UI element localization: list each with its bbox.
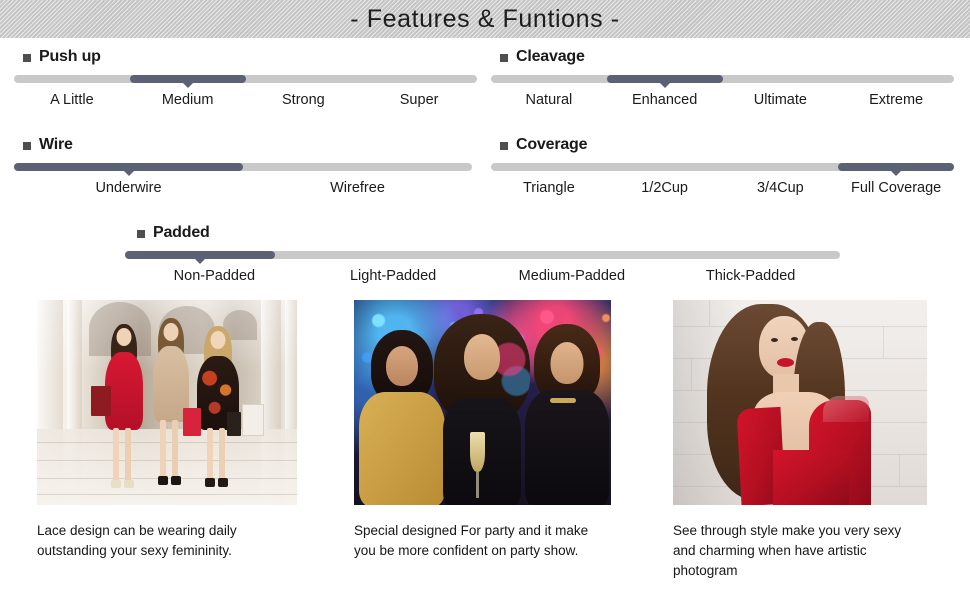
photo-three-women-shopping-in-mall — [37, 300, 297, 505]
slider-option-label[interactable]: Super — [361, 92, 477, 108]
slider-option-label[interactable]: 1/2Cup — [607, 180, 723, 196]
slider-cleavage[interactable]: Natural Enhanced Ultimate Extreme — [491, 75, 954, 108]
slider-labels-wire: Underwire Wirefree — [14, 180, 472, 196]
feature-title-padded: Padded — [153, 224, 210, 241]
slider-option-label[interactable]: Medium-Padded — [483, 268, 662, 284]
square-bullet-icon — [23, 142, 31, 150]
square-bullet-icon — [500, 142, 508, 150]
slider-option-label[interactable]: Medium — [130, 92, 246, 108]
features-section: Push up A Little Medium Strong Super Cle… — [0, 38, 970, 300]
slider-labels-cleavage: Natural Enhanced Ultimate Extreme — [491, 92, 954, 108]
slider-labels-pushup: A Little Medium Strong Super — [14, 92, 477, 108]
square-bullet-icon — [23, 54, 31, 62]
feature-heading-row-coverage: Coverage — [491, 136, 954, 154]
lifestyle-caption-party: Special designed For party and it make y… — [354, 523, 589, 558]
slider-option-label[interactable]: Thick-Padded — [661, 268, 840, 284]
slider-pushup[interactable]: A Little Medium Strong Super — [14, 75, 477, 108]
slider-option-label[interactable]: Extreme — [838, 92, 954, 108]
feature-title-cleavage: Cleavage — [516, 48, 585, 65]
feature-heading-row-wire: Wire — [14, 136, 472, 154]
slider-labels-padded: Non-Padded Light-Padded Medium-Padded Th… — [125, 268, 840, 284]
square-bullet-icon — [137, 230, 145, 238]
feature-title-pushup: Push up — [39, 48, 101, 65]
lifestyle-card-daily: Lace design can be wearing daily outstan… — [37, 300, 297, 561]
slider-option-label[interactable]: Ultimate — [723, 92, 839, 108]
slider-option-label[interactable]: Natural — [491, 92, 607, 108]
slider-option-label[interactable]: Underwire — [14, 180, 243, 196]
lifestyle-card-party: Special designed For party and it make y… — [354, 300, 611, 561]
slider-option-label[interactable]: Triangle — [491, 180, 607, 196]
slider-option-label[interactable]: Strong — [246, 92, 362, 108]
slider-coverage[interactable]: Triangle 1/2Cup 3/4Cup Full Coverage — [491, 163, 954, 196]
slider-track-coverage[interactable] — [491, 163, 954, 176]
photo-woman-in-red-dress — [673, 300, 927, 505]
slider-track-pushup[interactable] — [14, 75, 477, 88]
slider-option-label[interactable]: A Little — [14, 92, 130, 108]
slider-track-cleavage[interactable] — [491, 75, 954, 88]
slider-option-label[interactable]: Non-Padded — [125, 268, 304, 284]
square-bullet-icon — [500, 54, 508, 62]
feature-block-pushup: Push up A Little Medium Strong Super — [14, 48, 477, 108]
slider-option-label[interactable]: Full Coverage — [838, 180, 954, 196]
lifestyle-caption-daily: Lace design can be wearing daily outstan… — [37, 523, 237, 558]
slider-padded[interactable]: Non-Padded Light-Padded Medium-Padded Th… — [125, 251, 840, 284]
slider-pointer-icon-coverage — [890, 170, 903, 176]
slider-track-padded[interactable] — [125, 251, 840, 264]
slider-option-label[interactable]: 3/4Cup — [723, 180, 839, 196]
page-title: - Features & Funtions - — [350, 4, 620, 33]
slider-option-label[interactable]: Enhanced — [607, 92, 723, 108]
feature-block-coverage: Coverage Triangle 1/2Cup 3/4Cup Full Cov… — [491, 136, 954, 196]
feature-block-wire: Wire Underwire Wirefree — [14, 136, 472, 196]
photo-three-women-at-nightclub-party — [354, 300, 611, 505]
feature-heading-row-cleavage: Cleavage — [491, 48, 954, 66]
feature-heading-row-pushup: Push up — [14, 48, 477, 66]
slider-option-label[interactable]: Light-Padded — [304, 268, 483, 284]
slider-pointer-icon-padded — [194, 258, 207, 264]
page-header-band: - Features & Funtions - — [0, 0, 970, 38]
slider-wire[interactable]: Underwire Wirefree — [14, 163, 472, 196]
feature-title-coverage: Coverage — [516, 136, 588, 153]
feature-heading-row-padded: Padded — [125, 224, 840, 242]
slider-pointer-icon-wire — [122, 170, 135, 176]
slider-pointer-icon-cleavage — [658, 82, 671, 88]
slider-pointer-icon-pushup — [181, 82, 194, 88]
slider-labels-coverage: Triangle 1/2Cup 3/4Cup Full Coverage — [491, 180, 954, 196]
feature-block-cleavage: Cleavage Natural Enhanced Ultimate Extre… — [491, 48, 954, 108]
slider-option-label[interactable]: Wirefree — [243, 180, 472, 196]
slider-track-wire[interactable] — [14, 163, 472, 176]
lifestyle-caption-seethrough: See through style make you very sexy and… — [673, 523, 902, 578]
feature-block-padded: Padded Non-Padded Light-Padded Medium-Pa… — [125, 224, 840, 284]
lifestyle-card-seethrough: See through style make you very sexy and… — [673, 300, 927, 581]
lifestyle-cards-section: Lace design can be wearing daily outstan… — [0, 300, 970, 600]
feature-title-wire: Wire — [39, 136, 73, 153]
